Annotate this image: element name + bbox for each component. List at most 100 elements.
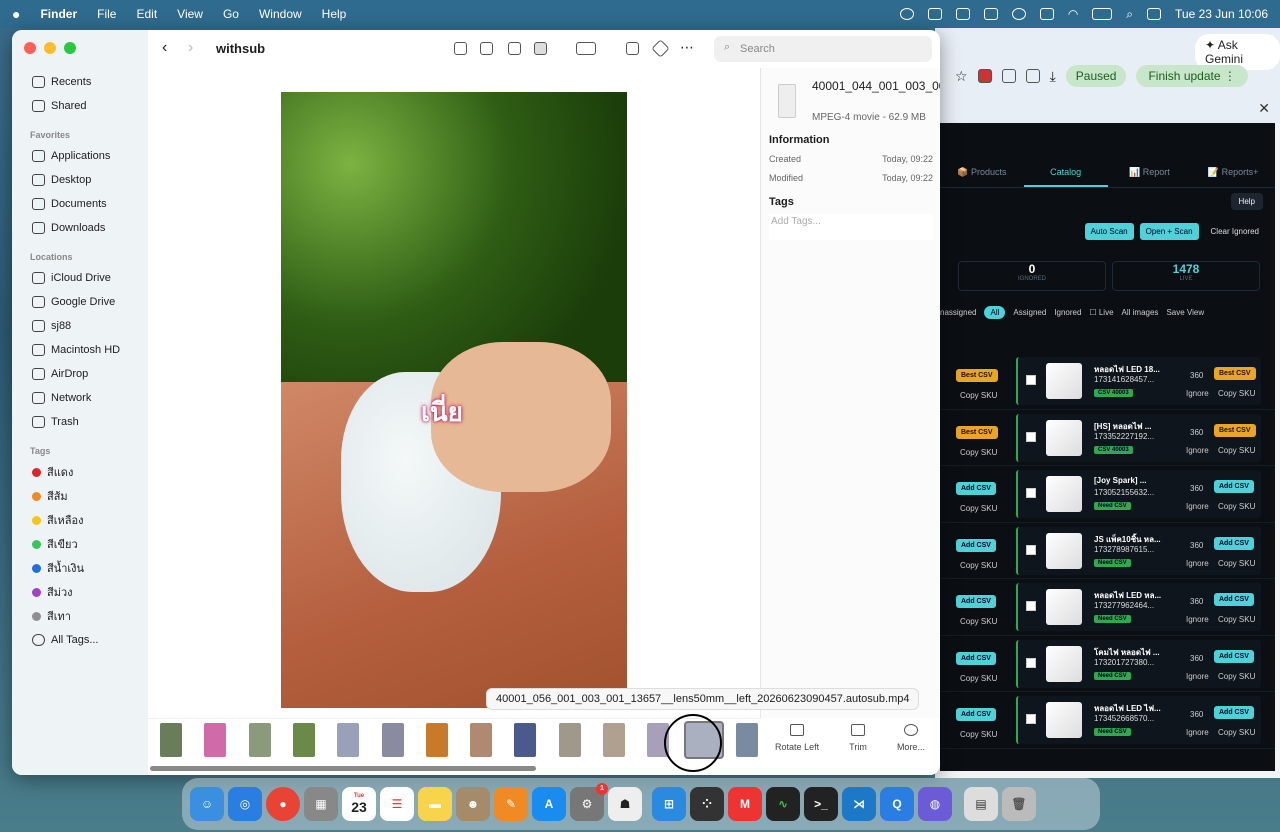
film-thumbnail[interactable]: [204, 723, 227, 757]
ignore-button[interactable]: Ignore: [1186, 389, 1209, 398]
filter-unassigned[interactable]: nassigned: [940, 308, 976, 317]
filter-assigned[interactable]: Assigned: [1013, 308, 1046, 317]
m-app-icon[interactable]: M: [728, 787, 762, 821]
left-csv-button[interactable]: Add CSV: [956, 651, 996, 665]
left-copy-sku[interactable]: Copy SKU: [960, 448, 997, 457]
video-preview[interactable]: เนี่ย: [281, 92, 627, 708]
forward-icon[interactable]: ›: [188, 39, 193, 57]
launcher-icon[interactable]: ⁘: [690, 787, 724, 821]
sidebar-tag[interactable]: สีแดง: [12, 460, 148, 484]
close-icon[interactable]: ✕: [1258, 100, 1270, 117]
film-thumbnail[interactable]: [292, 723, 315, 757]
sidebar-item-shared[interactable]: Shared: [12, 94, 148, 118]
menu-window[interactable]: Window: [259, 7, 302, 21]
sidebar-item-downloads[interactable]: Downloads: [12, 216, 148, 240]
q-app-icon[interactable]: Q: [880, 787, 914, 821]
sidebar-item-icloud-drive[interactable]: iCloud Drive: [12, 266, 148, 290]
film-thumbnail[interactable]: [514, 723, 537, 757]
copy-sku-button[interactable]: Copy SKU: [1218, 559, 1255, 568]
row-checkbox[interactable]: [1026, 544, 1036, 555]
tab-products[interactable]: 📦 Products: [940, 158, 1024, 187]
tab-catalog[interactable]: Catalog: [1023, 158, 1108, 187]
film-thumbnail[interactable]: [160, 723, 182, 757]
extension-icon[interactable]: [927, 8, 942, 20]
sidebar-all-tags[interactable]: All Tags...: [12, 628, 148, 652]
sidebar-item-recents[interactable]: Recents: [12, 70, 148, 94]
copy-sku-button[interactable]: Copy SKU: [1218, 446, 1255, 455]
launchpad-icon[interactable]: ▦: [304, 787, 338, 821]
vscode-icon[interactable]: ⋊: [842, 787, 876, 821]
notes-icon[interactable]: ▬: [418, 787, 452, 821]
left-csv-button[interactable]: Add CSV: [956, 708, 996, 721]
csv-button[interactable]: Best CSV: [1214, 423, 1256, 437]
left-csv-button[interactable]: Add CSV: [956, 538, 996, 552]
copy-sku-button[interactable]: Copy SKU: [1218, 672, 1255, 681]
chrome-icon[interactable]: ●: [266, 787, 300, 821]
sidebar-item-trash[interactable]: Trash: [12, 410, 148, 434]
grid-icon[interactable]: [955, 8, 970, 20]
menu-edit[interactable]: Edit: [136, 7, 157, 21]
left-copy-sku[interactable]: Copy SKU: [960, 504, 997, 513]
sidebar-item-network[interactable]: Network: [12, 386, 148, 410]
film-thumbnail[interactable]: [381, 723, 404, 757]
tab-report[interactable]: 📊 Report: [1108, 158, 1192, 187]
copy-sku-button[interactable]: Copy SKU: [1218, 502, 1255, 511]
copy-sku-button[interactable]: Copy SKU: [1218, 615, 1255, 624]
csv-button[interactable]: Add CSV: [1214, 649, 1254, 663]
system-settings-icon[interactable]: ⚙ 1: [570, 783, 608, 821]
avatar-app-icon[interactable]: ☗: [608, 787, 642, 821]
left-copy-sku[interactable]: Copy SKU: [960, 561, 997, 570]
open-scan-button[interactable]: Open + Scan: [1139, 223, 1199, 240]
more-button[interactable]: More...: [897, 724, 925, 752]
copy-sku-button[interactable]: Copy SKU: [1218, 389, 1255, 398]
copy-sku-button[interactable]: Copy SKU: [1218, 728, 1255, 737]
star-icon[interactable]: ☆: [955, 68, 968, 85]
row-checkbox[interactable]: [1026, 657, 1036, 668]
left-csv-button[interactable]: Add CSV: [956, 595, 996, 608]
sidebar-item-applications[interactable]: Applications: [12, 144, 148, 168]
filter-ignored[interactable]: Ignored: [1054, 308, 1081, 317]
rotate-left-button[interactable]: Rotate Left: [775, 724, 819, 752]
sidepanel-icon[interactable]: [1025, 69, 1040, 83]
add-tags-field[interactable]: Add Tags...: [769, 214, 933, 240]
film-thumbnail[interactable]: [425, 723, 448, 757]
extension-icon[interactable]: [977, 69, 992, 83]
ignore-button[interactable]: Ignore: [1186, 446, 1209, 455]
apple-icon[interactable]: ●: [12, 6, 20, 22]
more-icon[interactable]: ⋯: [680, 39, 694, 56]
activity-monitor-icon[interactable]: ∿: [766, 787, 800, 821]
left-csv-button[interactable]: Best CSV: [956, 425, 998, 439]
csv-button[interactable]: Add CSV: [1214, 536, 1254, 550]
battery-icon[interactable]: [1092, 8, 1113, 20]
close-button[interactable]: [24, 42, 36, 54]
left-copy-sku[interactable]: Copy SKU: [960, 674, 997, 683]
gallery-view-icon[interactable]: [534, 42, 547, 55]
film-thumbnail[interactable]: [470, 723, 493, 757]
csv-button[interactable]: Best CSV: [1214, 367, 1256, 380]
clock[interactable]: Tue 23 Jun 10:06: [1175, 7, 1268, 21]
auto-scan-button[interactable]: Auto Scan: [1084, 223, 1134, 240]
terminal-icon[interactable]: >_: [804, 787, 838, 821]
ignore-button[interactable]: Ignore: [1186, 559, 1209, 568]
sidebar-tag[interactable]: สีส้ม: [12, 484, 148, 508]
save-view-button[interactable]: Save View: [1166, 308, 1204, 317]
sidebar-tag[interactable]: สีน้ำเงิน: [12, 556, 148, 580]
menu-file[interactable]: File: [97, 7, 116, 21]
menu-view[interactable]: View: [177, 7, 203, 21]
zoom-button[interactable]: [64, 42, 76, 54]
back-icon[interactable]: ‹: [162, 39, 167, 57]
ignore-button[interactable]: Ignore: [1186, 672, 1209, 681]
sidebar-item-google-drive[interactable]: Google Drive: [12, 290, 148, 314]
film-thumbnail[interactable]: [603, 723, 625, 757]
sidebar-item-airdrop[interactable]: AirDrop: [12, 362, 148, 386]
search-icon[interactable]: ⌕: [1126, 7, 1133, 22]
tab-reports-plus[interactable]: 📝 Reports+: [1191, 158, 1275, 187]
control-center-icon[interactable]: [1147, 8, 1162, 20]
row-checkbox[interactable]: [1026, 431, 1036, 442]
trim-button[interactable]: Trim: [849, 724, 867, 752]
list-view-icon[interactable]: [480, 42, 493, 55]
csv-button[interactable]: Add CSV: [1214, 706, 1254, 719]
windows-app-icon[interactable]: ⊞: [652, 787, 686, 821]
film-thumbnail[interactable]: [337, 723, 360, 757]
contacts-icon[interactable]: ☻: [456, 787, 490, 821]
